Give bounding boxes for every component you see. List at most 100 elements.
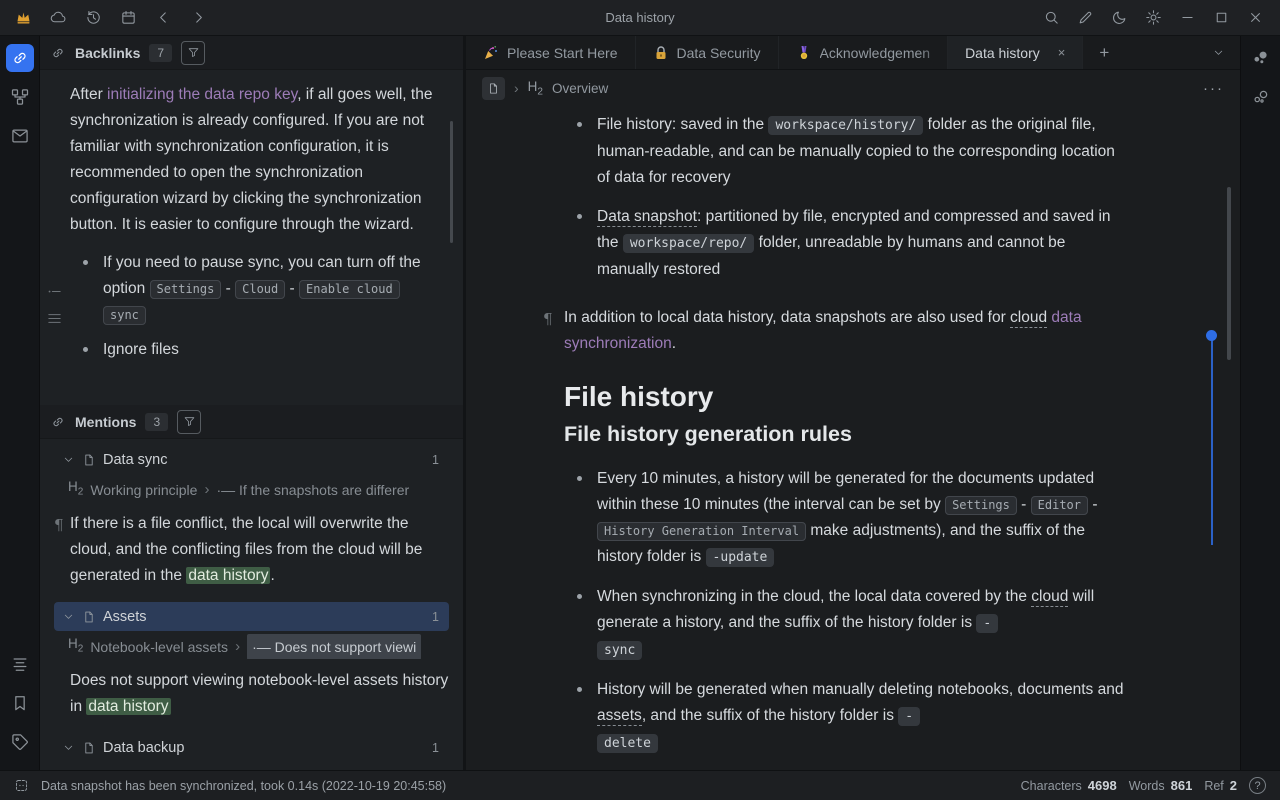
mention-paragraph[interactable]: ¶ If there is a file conflict, the local…: [70, 511, 449, 589]
minimize-icon[interactable]: [1178, 9, 1196, 27]
edit-mode-icon[interactable]: [1076, 9, 1094, 27]
scroll-position-marker-line: [1211, 340, 1213, 545]
mention-doc-row-data-sync[interactable]: Data sync 1: [54, 445, 449, 474]
status-message: Data snapshot has been synchronized, too…: [41, 779, 446, 793]
list-item-gutter-icon[interactable]: [46, 283, 63, 300]
data-history-icon[interactable]: [84, 9, 102, 27]
document-icon-button[interactable]: [482, 77, 505, 100]
mention-breadcrumb[interactable]: H2 Working principle › ·— If the snapsho…: [54, 477, 449, 502]
list-gutter-icon[interactable]: [46, 310, 63, 327]
text-run: File history: saved in the: [597, 116, 768, 133]
inline-code: workspace/history/: [768, 116, 923, 135]
highlight-match: data history: [186, 567, 270, 584]
tab-please-start-here[interactable]: Please Start Here: [466, 36, 636, 69]
mention-breadcrumb[interactable]: H2 Notebook-level assets › ·— Does not s…: [54, 634, 449, 659]
tab-close-icon[interactable]: ×: [1058, 45, 1066, 60]
mention-doc-row-data-backup[interactable]: Data backup 1: [54, 733, 449, 762]
back-icon[interactable]: [154, 9, 172, 27]
dock-graph-icon[interactable]: [6, 83, 34, 111]
more-options-icon[interactable]: ···: [1203, 80, 1224, 97]
doc-count: 1: [432, 447, 439, 473]
doc-list-item[interactable]: Every 10 minutes, a history will be gene…: [564, 466, 1128, 571]
inline-code: workspace/repo/: [623, 234, 754, 253]
backlinks-filter-button[interactable]: [181, 41, 205, 65]
virtual-ref[interactable]: assets: [597, 707, 642, 726]
dock-tag-icon[interactable]: [6, 728, 34, 756]
forward-icon[interactable]: [189, 9, 207, 27]
close-window-icon[interactable]: [1246, 9, 1264, 27]
doc-list-item[interactable]: History will be generated when manually …: [564, 677, 1128, 757]
doc-heading-2[interactable]: File history generation rules: [564, 421, 1128, 447]
backlink-paragraph[interactable]: After initializing the data repo key, if…: [70, 82, 437, 238]
tab-list-dropdown-icon[interactable]: [1196, 36, 1240, 69]
new-tab-button[interactable]: +: [1083, 36, 1125, 69]
virtual-ref[interactable]: cloud: [1031, 588, 1068, 607]
maximize-icon[interactable]: [1212, 9, 1230, 27]
mention-doc-row-assets[interactable]: Assets 1: [54, 602, 449, 631]
doc-list-item[interactable]: Data snapshot: partitioned by file, encr…: [564, 204, 1128, 283]
block-ref-link[interactable]: initializing the data repo key: [107, 86, 297, 103]
virtual-ref[interactable]: cloud: [1010, 309, 1047, 328]
breadcrumb-item: Notebook-level assets: [90, 634, 228, 659]
text-run: , if all goes well, the synchronization …: [70, 86, 432, 233]
editor-scrollbar-thumb[interactable]: [1227, 187, 1231, 360]
doc-name: Data sync: [103, 447, 167, 473]
brand-crown-icon[interactable]: [14, 9, 32, 27]
link-icon: [50, 414, 66, 430]
dock-backlinks-icon[interactable]: [6, 44, 34, 72]
dock-outline-icon[interactable]: [6, 650, 34, 678]
dock-graph-view-icon[interactable]: [1247, 44, 1275, 72]
tab-data-history[interactable]: Data history ×: [948, 36, 1083, 69]
breadcrumb-separator: ›: [235, 634, 240, 659]
doc-list-item[interactable]: When synchronizing in the cloud, the loc…: [564, 584, 1128, 664]
virtual-ref[interactable]: Data snapshot: [597, 208, 697, 227]
workspace-icon[interactable]: [14, 778, 29, 793]
tab-data-security[interactable]: Data Security: [636, 36, 779, 69]
chevron-down-icon: [62, 741, 75, 754]
inline-code: -update: [706, 548, 775, 567]
mentions-filter-button[interactable]: [177, 410, 201, 434]
panel-scrollbar-thumb[interactable]: [450, 121, 453, 243]
inline-code: delete: [597, 734, 658, 753]
kbd-tag: Settings: [945, 496, 1017, 515]
titlebar-left: [0, 9, 270, 27]
heading-level-label: H2: [68, 634, 83, 659]
paragraph-gutter-icon[interactable]: ¶: [54, 512, 64, 539]
lock-icon: [653, 45, 669, 61]
doc-name: Data backup: [103, 735, 184, 761]
tab-acknowledgements[interactable]: Acknowledgemen: [779, 36, 949, 69]
doc-list-item[interactable]: File history: saved in the workspace/his…: [564, 112, 1128, 191]
dock-global-graph-icon[interactable]: [1247, 83, 1275, 111]
doc-paragraph[interactable]: ¶ In addition to local data history, dat…: [564, 305, 1128, 357]
words-stat: Words861: [1129, 778, 1193, 793]
kbd-tag: History Generation Interval: [597, 522, 806, 541]
dock-inbox-icon[interactable]: [6, 122, 34, 150]
doc-heading-1[interactable]: File history: [564, 384, 1128, 410]
editor-content[interactable]: File history: saved in the workspace/his…: [466, 106, 1240, 770]
funnel-icon: [183, 415, 196, 428]
mentions-title: Mentions: [75, 414, 136, 430]
settings-gear-icon[interactable]: [1144, 9, 1162, 27]
dock-bookmark-icon[interactable]: [6, 689, 34, 717]
editor-column: Please Start Here Data Security Acknowle…: [466, 36, 1240, 770]
left-dock: [0, 36, 40, 770]
paragraph-gutter-icon[interactable]: ¶: [543, 306, 553, 333]
doc-bullet-list: Every 10 minutes, a history will be gene…: [564, 466, 1128, 770]
window-title: Data history: [270, 10, 1010, 25]
search-icon[interactable]: [1042, 9, 1060, 27]
backlink-list-item[interactable]: If you need to pause sync, you can turn …: [70, 250, 437, 328]
cloud-sync-icon[interactable]: [49, 9, 67, 27]
text-run: In addition to local data history, data …: [564, 309, 1010, 326]
backlink-list-item[interactable]: Ignore files: [70, 337, 437, 363]
daily-note-icon[interactable]: [119, 9, 137, 27]
party-popper-icon: [483, 45, 499, 61]
link-icon: [50, 45, 66, 61]
inline-code: sync: [597, 641, 642, 660]
theme-moon-icon[interactable]: [1110, 9, 1128, 27]
breadcrumb-item[interactable]: Overview: [552, 81, 608, 96]
breadcrumb-item: ·— If the snapshots are differer: [216, 477, 409, 502]
help-icon[interactable]: ?: [1249, 777, 1266, 794]
text-run: , and the suffix of the history folder i…: [642, 707, 898, 724]
mention-paragraph[interactable]: Does not support viewing notebook-level …: [70, 668, 449, 720]
breadcrumb-separator: ›: [514, 80, 519, 96]
